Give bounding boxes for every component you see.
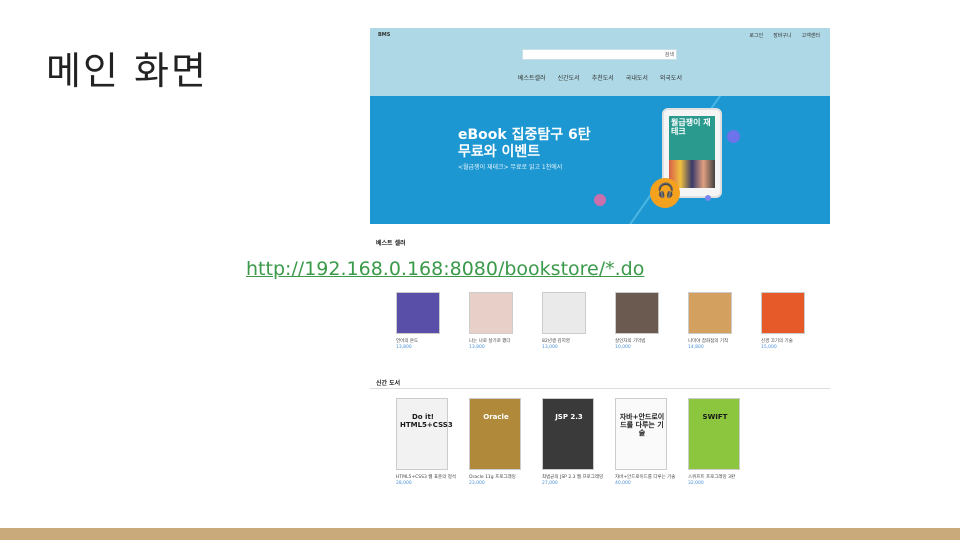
book-price: 13,800 (469, 345, 485, 350)
menu-item-bestseller[interactable]: 베스트셀러 (518, 73, 546, 82)
book-title[interactable]: 스위프트 프로그래밍 3판 (688, 474, 758, 480)
book-title[interactable]: 최범균의 JSP 2.3 웹 프로그래밍 (542, 474, 612, 480)
book-price: 13,000 (542, 345, 558, 350)
bookstore-url-link[interactable]: http://192.168.0.168:8080/bookstore/*.do (246, 258, 645, 280)
book-title[interactable]: Oracle 11g 프로그래밍 (469, 474, 539, 480)
promo-banner[interactable]: eBook 집중탐구 6탄 무료와 이벤트 <월급쟁이 재테크> 무료로 읽고 … (370, 96, 830, 224)
site-logo[interactable]: BMS (378, 32, 390, 38)
book-title[interactable]: 나미야 잡화점의 기적 (688, 338, 758, 344)
book-price: 23,000 (469, 481, 485, 486)
book-cover[interactable]: Oracle (469, 398, 521, 470)
site-header: BMS 로그인 장바구니 고객센터 검색 베스트셀러 신간도서 추천도서 국내도… (370, 28, 830, 96)
login-link[interactable]: 로그인 (749, 32, 763, 39)
decor-dot (594, 194, 606, 206)
book-cover[interactable]: 자바+안드로이드를 다루는 기술 (615, 398, 667, 470)
menu-item-new[interactable]: 신간도서 (558, 73, 580, 82)
book-cover-text: SWIFT (702, 413, 728, 421)
book-title[interactable]: 나는 나로 살기로 했다 (469, 338, 539, 344)
menu-item-foreign[interactable]: 외국도서 (660, 73, 682, 82)
headphone-icon: 🎧 (650, 178, 680, 208)
book-cover[interactable] (615, 292, 659, 334)
top-links: 로그인 장바구니 고객센터 (749, 32, 820, 39)
book-cover[interactable] (761, 292, 805, 334)
tablet-screen: 월급쟁이 재테크 (669, 116, 715, 188)
menu-item-domestic[interactable]: 국내도서 (626, 73, 648, 82)
book-cover-text: Oracle (483, 413, 509, 421)
book-cover[interactable] (396, 292, 440, 334)
decor-dot (727, 130, 740, 143)
book-title[interactable]: 신경 끄기의 기술 (761, 338, 830, 344)
section-divider (370, 388, 830, 389)
book-cover-text: JSP 2.3 (555, 413, 583, 421)
book-price: 13,800 (396, 345, 412, 350)
slide-title: 메인 화면 (46, 49, 208, 93)
cart-link[interactable]: 장바구니 (773, 32, 791, 39)
book-cover-text: 자바+안드로이드를 다루는 기술 (619, 413, 665, 437)
banner-title-line2: 무료와 이벤트 (458, 144, 541, 160)
search-input[interactable]: 검색 (522, 49, 677, 60)
newbooks-title: 신간 도서 (376, 380, 401, 387)
banner-subtitle: <월급쟁이 재테크> 무료로 읽고 1천에서 (458, 164, 563, 171)
book-price: 40,000 (615, 481, 631, 486)
book-price: 15,000 (761, 345, 777, 350)
tablet-cover-text: 월급쟁이 재테크 (671, 118, 711, 136)
decor-dot (705, 195, 711, 201)
book-price: 28,000 (396, 481, 412, 486)
book-cover[interactable]: Do it! HTML5+CSS3 (396, 398, 453, 470)
search-button[interactable]: 검색 (665, 51, 674, 58)
footer-bar (0, 528, 960, 540)
book-price: 14,800 (688, 345, 704, 350)
book-cover[interactable] (542, 292, 586, 334)
bestseller-title: 베스트 셀러 (376, 240, 406, 247)
menu-item-recommended[interactable]: 추천도서 (592, 73, 614, 82)
book-title[interactable]: 82년생 김지영 (542, 338, 612, 344)
book-cover[interactable]: JSP 2.3 (542, 398, 594, 470)
customer-center-link[interactable]: 고객센터 (802, 32, 820, 39)
book-cover-text: Do it! HTML5+CSS3 (400, 413, 453, 429)
main-menu: 베스트셀러 신간도서 추천도서 국내도서 외국도서 (370, 73, 830, 82)
book-title[interactable]: HTML5+CSS3 웹 표준의 정석 (396, 474, 466, 480)
book-price: 10,000 (615, 345, 631, 350)
book-title[interactable]: 자바+안드로이드를 다루는 기술 (615, 474, 685, 480)
book-price: 32,000 (688, 481, 704, 486)
book-price: 27,000 (542, 481, 558, 486)
book-title[interactable]: 살인자의 기억법 (615, 338, 685, 344)
book-title[interactable]: 언어의 온도 (396, 338, 466, 344)
book-cover[interactable] (469, 292, 513, 334)
book-cover[interactable]: SWIFT (688, 398, 740, 470)
book-cover[interactable] (688, 292, 732, 334)
